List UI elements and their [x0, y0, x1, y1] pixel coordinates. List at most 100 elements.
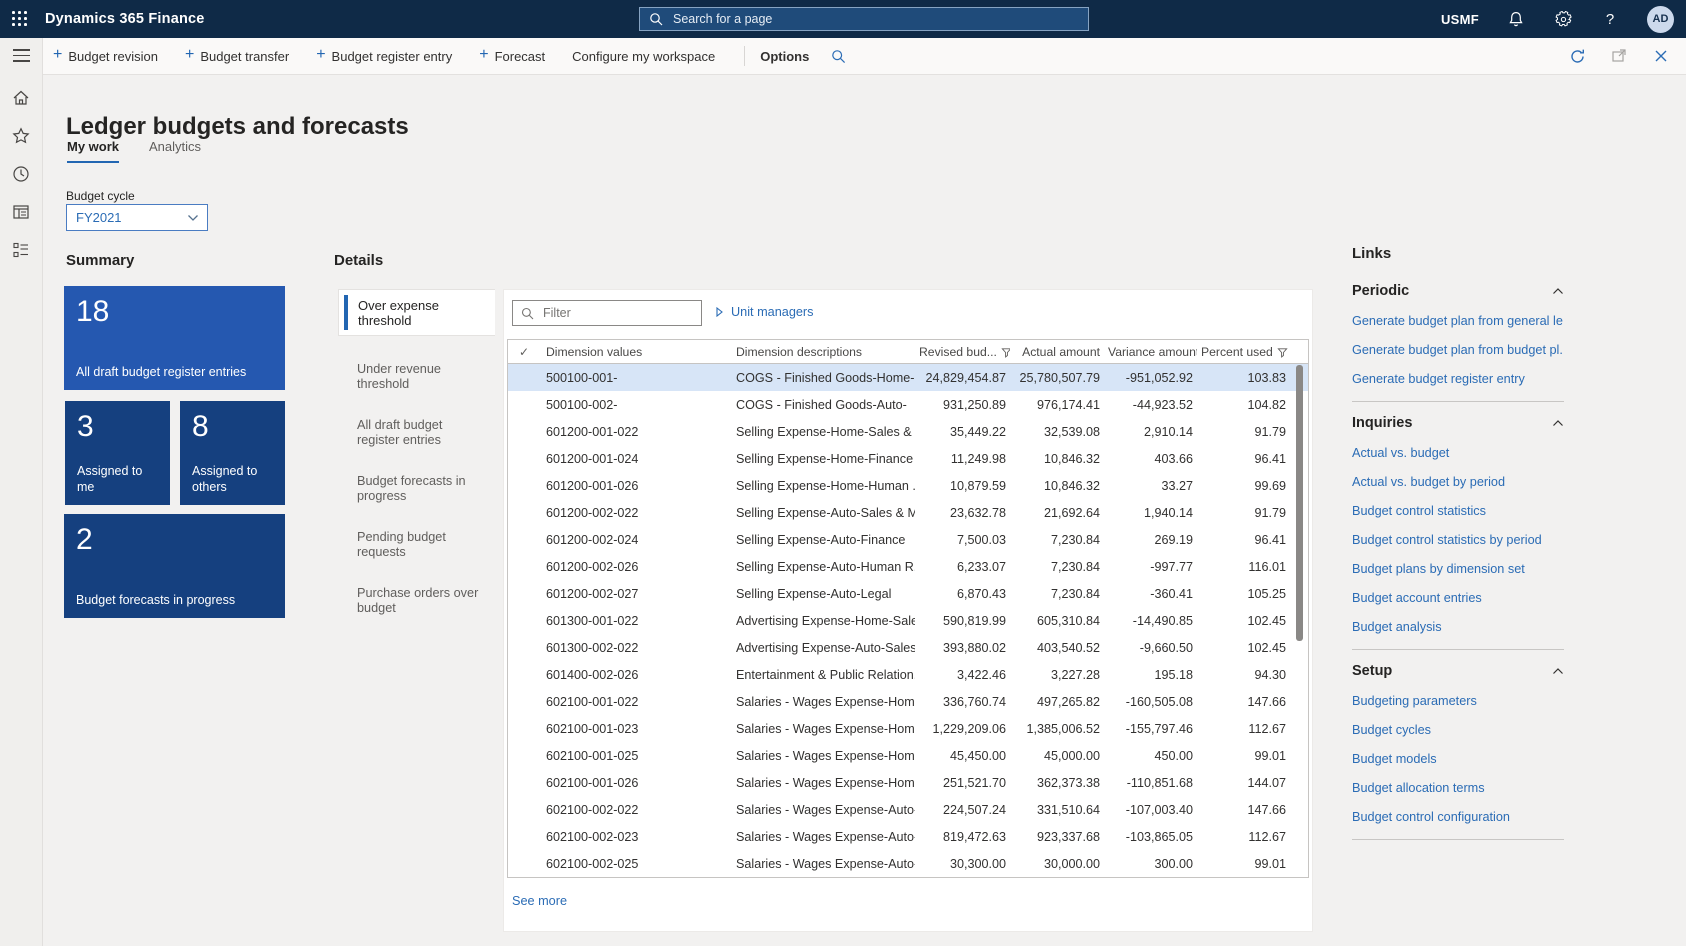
table-row[interactable]: 602100-002-025 Salaries - Wages Expense-… [508, 850, 1308, 877]
global-search-input[interactable] [671, 11, 1079, 27]
home-icon[interactable] [11, 88, 31, 108]
configure-workspace-button[interactable]: Configure my workspace [572, 49, 715, 64]
table-row[interactable]: 601300-001-022 Advertising Expense-Home-… [508, 607, 1308, 634]
tile-all-draft-entries[interactable]: 18 All draft budget register entries [64, 286, 285, 390]
link-item[interactable]: Budget cycles [1352, 723, 1564, 737]
grid-filter[interactable] [512, 300, 702, 326]
link-item[interactable]: Generate budget plan from general le... [1352, 314, 1564, 328]
budget-cycle-combobox[interactable]: FY2021 [66, 204, 208, 231]
link-item[interactable]: Budget allocation terms [1352, 781, 1564, 795]
link-item[interactable]: Generate budget plan from budget pl... [1352, 343, 1564, 357]
col-actual-amount[interactable]: Actual amount [1010, 345, 1104, 359]
col-dimension-descriptions[interactable]: Dimension descriptions [732, 345, 915, 359]
filter-funnel-icon[interactable] [1001, 347, 1010, 358]
table-row[interactable]: 602100-001-025 Salaries - Wages Expense-… [508, 742, 1308, 769]
options-menu-button[interactable]: Options [760, 49, 809, 64]
link-item[interactable]: Budget plans by dimension set [1352, 562, 1564, 576]
table-row[interactable]: 601200-002-027 Selling Expense-Auto-Lega… [508, 580, 1308, 607]
table-row[interactable]: 601200-002-026 Selling Expense-Auto-Huma… [508, 553, 1308, 580]
new-budget-transfer-button[interactable]: + Budget transfer [185, 49, 289, 64]
settings-gear-icon[interactable] [1553, 9, 1573, 29]
table-row[interactable]: 602100-001-022 Salaries - Wages Expense-… [508, 688, 1308, 715]
refresh-icon[interactable] [1568, 47, 1586, 65]
link-item[interactable]: Budget account entries [1352, 591, 1564, 605]
tile-assigned-to-me[interactable]: 3 Assigned to me [65, 401, 170, 505]
cell-actual-amount: 331,510.64 [1010, 803, 1104, 817]
cell-revised-budget: 3,422.46 [915, 668, 1010, 682]
link-item[interactable]: Budgeting parameters [1352, 694, 1564, 708]
open-in-new-window-icon[interactable] [1610, 47, 1628, 65]
detail-tab-budget-forecasts[interactable]: Budget forecasts in progress [338, 448, 495, 504]
col-variance-amount[interactable]: Variance amount [1104, 345, 1197, 359]
help-icon[interactable]: ? [1600, 9, 1620, 29]
tab-analytics[interactable]: Analytics [149, 139, 201, 163]
table-row[interactable]: 602100-001-026 Salaries - Wages Expense-… [508, 769, 1308, 796]
detail-tab-pending-requests[interactable]: Pending budget requests [338, 504, 495, 560]
link-item[interactable]: Budget models [1352, 752, 1564, 766]
table-row[interactable]: 601200-001-026 Selling Expense-Home-Huma… [508, 472, 1308, 499]
detail-tab-purchase-orders[interactable]: Purchase orders over budget [338, 560, 495, 616]
table-row[interactable]: 601200-001-024 Selling Expense-Home-Fina… [508, 445, 1308, 472]
global-search[interactable] [639, 7, 1089, 31]
chevron-up-icon[interactable] [1552, 419, 1564, 427]
chevron-up-icon[interactable] [1552, 667, 1564, 675]
tile-budget-forecasts[interactable]: 2 Budget forecasts in progress [64, 514, 285, 618]
select-all-checkmark-icon[interactable]: ✓ [508, 345, 540, 359]
favorites-star-icon[interactable] [11, 126, 31, 146]
link-item[interactable]: Actual vs. budget [1352, 446, 1564, 460]
table-row[interactable]: 601200-002-024 Selling Expense-Auto-Fina… [508, 526, 1308, 553]
new-forecast-button[interactable]: + Forecast [479, 49, 545, 64]
table-row[interactable]: 601400-002-026 Entertainment & Public Re… [508, 661, 1308, 688]
action-search-icon[interactable] [831, 49, 846, 64]
table-row[interactable]: 602100-002-023 Salaries - Wages Expense-… [508, 823, 1308, 850]
app-launcher-waffle-icon[interactable] [0, 0, 40, 38]
link-item[interactable]: Budget analysis [1352, 620, 1564, 634]
see-more-link[interactable]: See more [512, 894, 567, 908]
detail-tab-over-expense-threshold[interactable]: Over expense threshold [338, 289, 495, 336]
search-icon [649, 12, 663, 26]
close-icon[interactable] [1652, 47, 1670, 65]
tile-assigned-to-others[interactable]: 8 Assigned to others [180, 401, 285, 505]
table-row[interactable]: 601200-001-022 Selling Expense-Home-Sale… [508, 418, 1308, 445]
table-row[interactable]: 602100-001-023 Salaries - Wages Expense-… [508, 715, 1308, 742]
table-row[interactable]: 601300-002-022 Advertising Expense-Auto-… [508, 634, 1308, 661]
notifications-bell-icon[interactable] [1506, 9, 1526, 29]
company-selector[interactable]: USMF [1441, 12, 1479, 27]
workspaces-icon[interactable] [11, 202, 31, 222]
link-item[interactable]: Budget control configuration [1352, 810, 1564, 824]
new-budget-register-entry-button[interactable]: + Budget register entry [316, 49, 452, 64]
page-tabs: My work Analytics [67, 139, 201, 163]
col-revised-budget[interactable]: Revised bud... [915, 345, 1010, 359]
cell-variance-amount: -107,003.40 [1104, 803, 1197, 817]
hamburger-menu-icon[interactable] [13, 49, 30, 62]
tab-my-work[interactable]: My work [67, 139, 119, 163]
col-dimension-values[interactable]: Dimension values [540, 345, 732, 359]
table-row[interactable]: 500100-001- COGS - Finished Goods-Home- … [508, 364, 1308, 391]
cell-dimension-values: 601200-001-024 [540, 452, 732, 466]
modules-list-icon[interactable] [11, 240, 31, 260]
table-row[interactable]: 500100-002- COGS - Finished Goods-Auto- … [508, 391, 1308, 418]
link-item[interactable]: Actual vs. budget by period [1352, 475, 1564, 489]
detail-tab-all-draft-entries[interactable]: All draft budget register entries [338, 392, 495, 448]
avatar[interactable]: AD [1647, 6, 1674, 33]
unit-managers-expander[interactable]: Unit managers [716, 305, 814, 319]
detail-tab-under-revenue-threshold[interactable]: Under revenue threshold [338, 336, 495, 392]
new-budget-revision-button[interactable]: + Budget revision [53, 49, 158, 64]
cell-actual-amount: 1,385,006.52 [1010, 722, 1104, 736]
table-row[interactable]: 601200-002-022 Selling Expense-Auto-Sale… [508, 499, 1308, 526]
link-item[interactable]: Budget control statistics [1352, 504, 1564, 518]
filter-funnel-icon[interactable] [1277, 347, 1288, 358]
cell-variance-amount: -155,797.46 [1104, 722, 1197, 736]
grid-vertical-scrollbar[interactable] [1296, 365, 1303, 641]
link-item[interactable]: Budget control statistics by period [1352, 533, 1564, 547]
plus-icon: + [316, 47, 325, 63]
table-row[interactable]: 602100-002-022 Salaries - Wages Expense-… [508, 796, 1308, 823]
col-percent-used[interactable]: Percent used [1197, 345, 1290, 359]
recent-clock-icon[interactable] [11, 164, 31, 184]
grid-filter-input[interactable] [541, 305, 693, 321]
link-item[interactable]: Generate budget register entry [1352, 372, 1564, 386]
cell-dimension-values: 602100-001-025 [540, 749, 732, 763]
chevron-up-icon[interactable] [1552, 287, 1564, 295]
cell-variance-amount: -110,851.68 [1104, 776, 1197, 790]
cell-dimension-descriptions: Salaries - Wages Expense-Home... [732, 749, 915, 763]
